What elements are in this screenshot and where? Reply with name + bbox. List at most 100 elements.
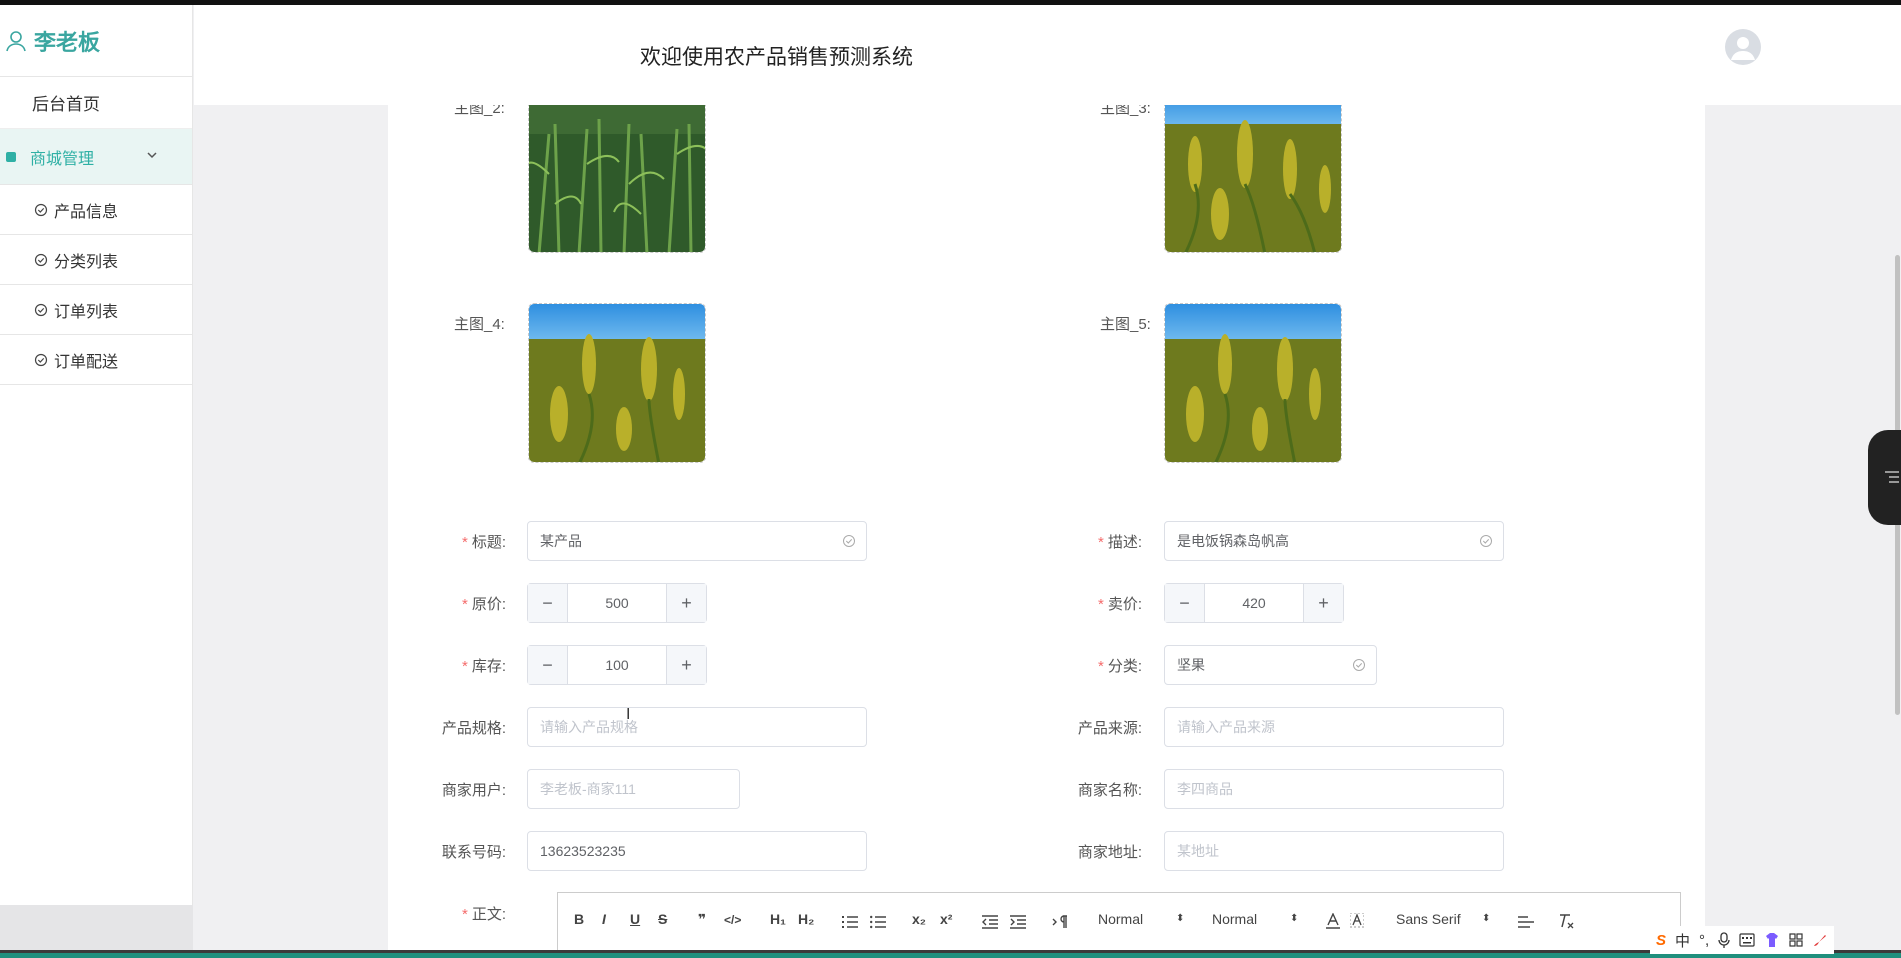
desc-value: 是电饭锅森岛帆高	[1177, 533, 1289, 549]
sale-price-label-text: 卖价:	[1107, 596, 1142, 613]
ordered-list-icon[interactable]	[842, 915, 858, 929]
check-circle-icon	[1353, 659, 1365, 671]
source-label: 产品来源:	[1077, 720, 1142, 737]
decrement-button[interactable]: −	[528, 584, 568, 622]
skin-icon[interactable]	[1764, 932, 1780, 948]
strike-button[interactable]: S	[658, 911, 667, 927]
sale-price-label: * 卖价:	[1042, 593, 1142, 614]
brand-name: 李老板	[34, 29, 101, 55]
required-mark: *	[1097, 658, 1104, 675]
sidebar-item-category-list[interactable]: 分类列表	[0, 235, 192, 285]
required-mark: *	[1097, 596, 1104, 613]
progress-line	[0, 950, 1901, 953]
image-upload[interactable]	[528, 105, 706, 253]
stock-label-text: 库存:	[471, 658, 506, 675]
ime-mode-toggle[interactable]: 中	[1675, 930, 1690, 951]
source-input[interactable]: 请输入产品来源	[1164, 707, 1504, 747]
sidebar-item-label: 分类列表	[54, 253, 119, 271]
shop-icon	[6, 151, 16, 162]
sidebar-footer	[0, 905, 193, 950]
font-select[interactable]: Sans Serif	[1396, 911, 1461, 927]
body-label-text: 正文:	[471, 906, 506, 923]
image-upload[interactable]	[528, 303, 706, 463]
check-circle-icon	[843, 535, 855, 547]
increment-button[interactable]: +	[666, 646, 706, 684]
side-panel-toggle[interactable]	[1868, 430, 1901, 525]
check-circle-icon	[1480, 535, 1492, 547]
orig-price-label-text: 原价:	[471, 596, 506, 613]
sidebar-item-order-delivery[interactable]: 订单配送	[0, 335, 192, 385]
check-circle-icon	[34, 303, 48, 316]
sale-price-stepper[interactable]: − 420 +	[1164, 583, 1344, 623]
decrement-button[interactable]: −	[1165, 584, 1205, 622]
chevron-updown-icon[interactable]: ⬍	[1482, 913, 1490, 924]
spec-label: 产品规格:	[441, 720, 506, 737]
orig-price-value[interactable]: 500	[568, 584, 666, 622]
superscript-button[interactable]: x²	[940, 911, 952, 927]
punctuation-icon[interactable]: °,	[1699, 932, 1709, 949]
increment-button[interactable]: +	[1303, 584, 1343, 622]
required-mark: *	[461, 658, 468, 675]
sale-price-value[interactable]: 420	[1205, 584, 1303, 622]
orig-price-stepper[interactable]: − 500 +	[527, 583, 707, 623]
font-color-icon[interactable]	[1326, 913, 1340, 929]
sidebar-item-label: 订单配送	[54, 353, 119, 371]
image-upload[interactable]	[1164, 303, 1342, 463]
chevron-updown-icon[interactable]: ⬍	[1176, 913, 1184, 924]
outdent-icon[interactable]	[982, 915, 998, 929]
bold-button[interactable]: B	[574, 911, 584, 927]
desc-input[interactable]: 是电饭锅森岛帆高	[1164, 521, 1504, 561]
grid-menu-icon[interactable]	[1789, 933, 1803, 947]
h1-button[interactable]: H₁	[770, 911, 786, 927]
desc-label-text: 描述:	[1107, 534, 1142, 551]
category-value: 坚果	[1177, 657, 1205, 673]
blockquote-button[interactable]: ❞	[698, 911, 706, 928]
sogou-logo-icon[interactable]: S	[1656, 932, 1666, 949]
bullet-list-icon[interactable]	[870, 915, 886, 929]
title-label: * 标题:	[406, 531, 506, 552]
decrement-button[interactable]: −	[528, 646, 568, 684]
increment-button[interactable]: +	[666, 584, 706, 622]
address-input[interactable]: 某地址	[1164, 831, 1504, 871]
millet-field-image	[1165, 304, 1341, 462]
phone-input[interactable]: 13623523235	[527, 831, 867, 871]
stock-stepper[interactable]: − 100 +	[527, 645, 707, 685]
size-select[interactable]: Normal	[1098, 911, 1143, 927]
user-icon	[6, 30, 26, 51]
align-icon[interactable]	[1518, 915, 1534, 929]
required-mark: *	[461, 534, 468, 551]
indent-icon[interactable]	[1010, 915, 1026, 929]
sidebar-group-shop[interactable]: 商城管理	[0, 129, 192, 185]
merchant-name-input[interactable]: 李四商品	[1164, 769, 1504, 809]
subscript-button[interactable]: x₂	[912, 911, 926, 927]
text-direction-icon[interactable]	[1052, 915, 1068, 929]
image-upload[interactable]	[1164, 105, 1342, 253]
millet-field-image	[1165, 105, 1341, 252]
check-circle-icon	[34, 353, 48, 366]
microphone-icon[interactable]	[1718, 932, 1730, 948]
background-color-icon[interactable]	[1350, 913, 1364, 929]
sidebar-item-product-info[interactable]: 产品信息	[0, 185, 192, 235]
avatar[interactable]	[1725, 29, 1761, 65]
brush-icon[interactable]	[1812, 932, 1828, 948]
clear-format-icon[interactable]	[1558, 913, 1574, 929]
title-value: 某产品	[540, 533, 582, 549]
title-input[interactable]: 某产品	[527, 521, 867, 561]
code-button[interactable]: </>	[724, 913, 741, 927]
sidebar-item-order-list[interactable]: 订单列表	[0, 285, 192, 335]
italic-button[interactable]: I	[602, 911, 606, 927]
h2-button[interactable]: H₂	[798, 911, 814, 927]
merchant-user-label: 商家用户:	[441, 782, 506, 799]
stock-value[interactable]: 100	[568, 646, 666, 684]
underline-button[interactable]: U	[630, 911, 640, 927]
category-select[interactable]: 坚果	[1164, 645, 1377, 685]
chevron-updown-icon[interactable]: ⬍	[1290, 913, 1298, 924]
required-mark: *	[461, 596, 468, 613]
page-title: 欢迎使用农产品销售预测系统	[640, 46, 913, 69]
sidebar-item-home[interactable]: 后台首页	[0, 77, 192, 129]
check-circle-icon	[34, 203, 48, 216]
header-select[interactable]: Normal	[1212, 911, 1257, 927]
spec-input[interactable]: 请输入产品规格	[527, 707, 867, 747]
keyboard-icon[interactable]	[1739, 933, 1755, 947]
product-form: 主图_2: 主图_3: 主图_4: 主图_5: * 标题: 某产品 * 描述: …	[388, 105, 1705, 950]
